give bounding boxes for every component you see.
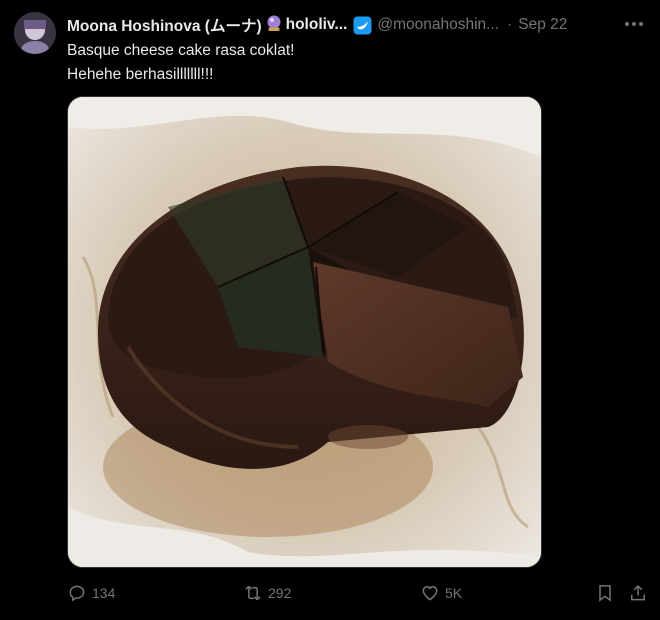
bookmark-icon [599,585,611,602]
reply-icon [69,585,85,602]
retweet-icon [245,585,261,601]
chocolate-basque-cheesecake-photo [68,97,541,567]
separator-dot: · [507,16,513,33]
tweet-text-line: Basque cheese cake rasa coklat! [67,42,295,59]
reply-count: 134 [92,585,116,601]
verified-badge-icon [353,16,372,35]
share-button[interactable] [628,580,648,606]
like-count: 5K [445,585,463,601]
tweet[interactable]: Moona Hoshinova (ムーナ) hololiv... @moonah… [0,0,660,620]
crystal-ball-emoji-icon [265,14,283,37]
tweet-actions: 134 292 5K [67,580,648,606]
more-options-button[interactable] [620,12,648,36]
author-name[interactable]: Moona Hoshinova (ムーナ) [67,14,262,36]
tweet-text-line: Hehehe berhasilllllll!!! [67,66,214,83]
author-affiliation[interactable]: hololiv... [286,16,348,34]
tweet-timestamp[interactable]: Sep 22 [518,16,567,34]
tweet-text: Basque cheese cake rasa coklat! Hehehe b… [67,39,294,87]
reply-button[interactable]: 134 [67,580,115,606]
bookmark-button[interactable] [595,580,615,606]
tweet-media-photo[interactable] [67,96,542,568]
like-button[interactable]: 5K [420,580,462,606]
heart-icon [422,585,438,601]
share-icon [631,585,645,601]
more-dots-icon [625,22,643,26]
retweet-button[interactable]: 292 [243,580,291,606]
author-handle[interactable]: @moonahoshin... [377,16,499,34]
retweet-count: 292 [268,585,292,601]
avatar[interactable] [14,12,56,54]
tweet-header: Moona Hoshinova (ムーナ) hololiv... @moonah… [67,14,647,36]
